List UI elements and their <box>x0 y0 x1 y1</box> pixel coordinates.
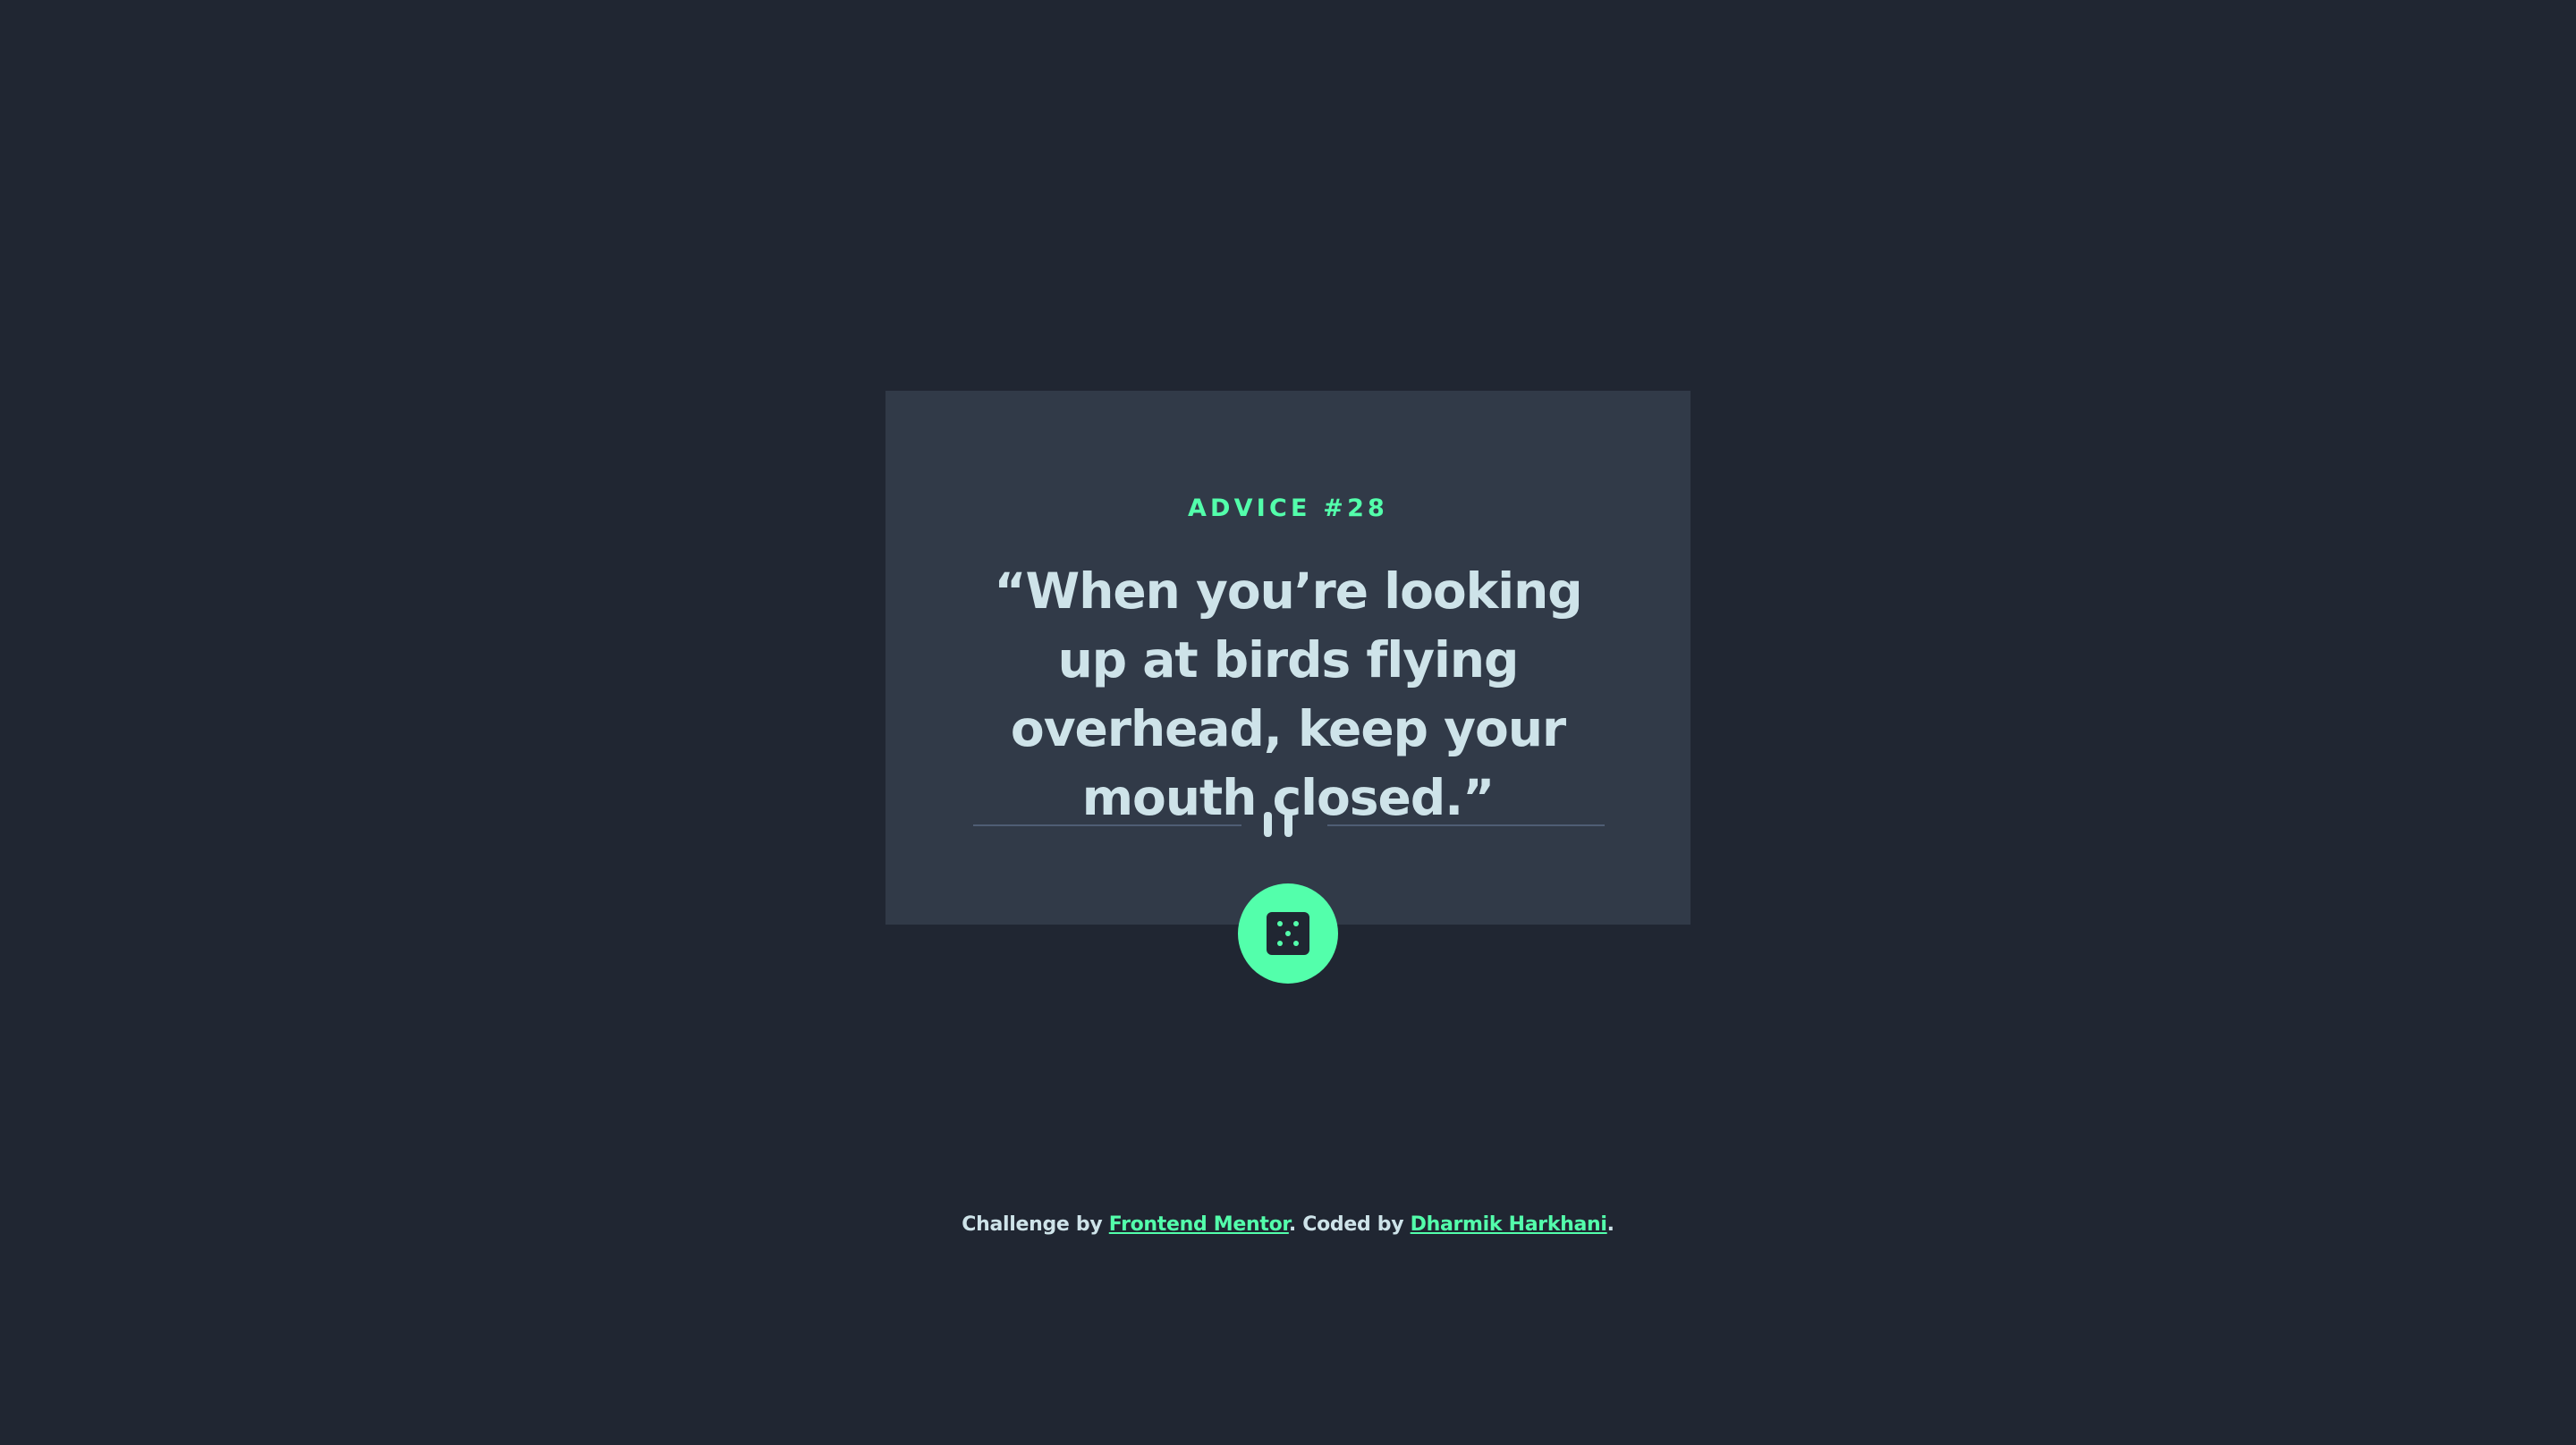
attribution-middle: . Coded by <box>1288 1213 1411 1236</box>
attribution: Challenge by Frontend Mentor. Coded by D… <box>0 1212 2576 1238</box>
advice-id-label: ADVICE #28 <box>1187 494 1389 523</box>
pause-bar-left <box>1264 812 1272 837</box>
attribution-suffix: . <box>1606 1213 1614 1236</box>
pause-icon <box>1264 812 1292 837</box>
advice-card: ADVICE #28 “When you’re looking up at bi… <box>886 391 1690 925</box>
author-link[interactable]: Dharmik Harkhani <box>1411 1213 1607 1236</box>
new-advice-button[interactable] <box>1238 883 1338 984</box>
dice-icon <box>1267 912 1309 955</box>
attribution-prefix: Challenge by <box>962 1213 1109 1236</box>
divider <box>973 810 1605 839</box>
frontend-mentor-link[interactable]: Frontend Mentor <box>1109 1213 1289 1236</box>
advice-quote: “When you’re looking up at birds flying … <box>994 562 1582 826</box>
divider-line-left <box>973 824 1241 826</box>
divider-line-right <box>1327 824 1605 826</box>
pause-bar-right <box>1284 812 1292 837</box>
